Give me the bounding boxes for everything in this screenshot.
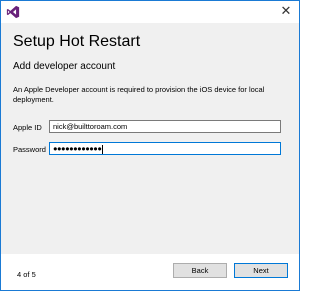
password-label: Password [13,145,46,154]
apple-id-label: Apple ID [13,123,42,132]
setup-window: ✕ Setup Hot Restart Add developer accoun… [0,0,300,291]
back-button-label: Back [191,266,209,275]
close-icon[interactable]: ✕ [281,4,292,19]
step-indicator: 4 of 5 [17,270,36,279]
page-title: Setup Hot Restart [13,33,141,50]
back-button[interactable]: Back [173,263,227,278]
apple-id-field[interactable]: nick@builttoroam.com [49,120,281,133]
page-description: An Apple Developer account is required t… [13,85,265,104]
next-button[interactable]: Next [234,263,288,278]
title-bar: ✕ [1,1,299,23]
apple-id-value: nick@builttoroam.com [53,122,128,131]
visual-studio-logo-icon [6,5,20,19]
password-field[interactable]: ●●●●●●●●●●●● [49,142,281,155]
password-value: ●●●●●●●●●●●● [53,144,102,153]
page-subtitle: Add developer account [13,61,116,72]
close-button[interactable]: ✕ [279,5,293,19]
wizard-footer: 4 of 5 Back Next [1,254,299,290]
main-content: Setup Hot Restart Add developer account … [1,23,299,254]
text-caret [102,144,104,154]
next-button-label: Next [253,266,269,275]
